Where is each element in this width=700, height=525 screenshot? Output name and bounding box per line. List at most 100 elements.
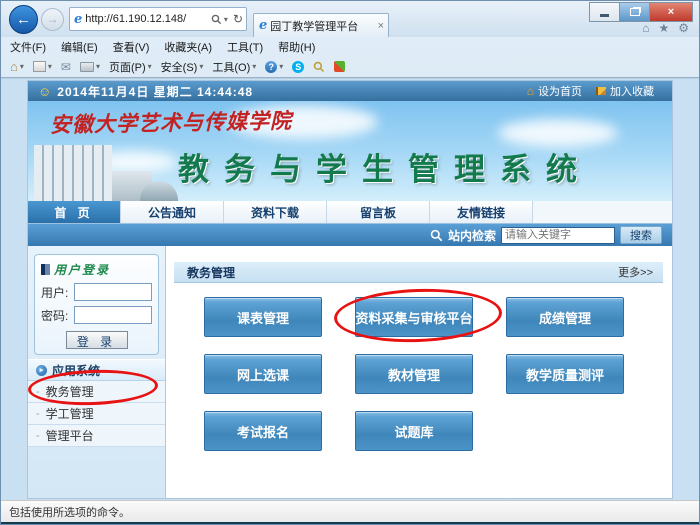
- back-button[interactable]: ←: [9, 5, 38, 34]
- sidebar-item-label: 管理平台: [46, 427, 94, 444]
- btn-exam-registration[interactable]: 考试报名: [204, 411, 322, 451]
- chevron-down-icon: ▾: [252, 62, 256, 71]
- nav-tab-downloads[interactable]: 资料下载: [224, 201, 327, 223]
- apps-section-title: 应用系统: [52, 362, 100, 379]
- main-panel: 教务管理 更多>> 课表管理 资料采集与审核平台 成绩管理 网上选课 教材管理 …: [166, 246, 672, 498]
- feed-icon: [33, 61, 46, 72]
- apps-bullet-icon: ▸: [36, 365, 47, 376]
- more-link[interactable]: 更多>>: [618, 264, 663, 280]
- page-top-strip: ☺ 2014年11月4日 星期二 14:44:48 ⌂ 设为首页 加入收藏: [28, 81, 672, 101]
- read-mail-icon[interactable]: ✉: [61, 60, 71, 74]
- password-label: 密码:: [41, 307, 74, 324]
- chevron-down-icon: ▾: [96, 62, 100, 71]
- sidebar-item-student-affairs[interactable]: - 学工管理: [28, 403, 165, 425]
- chevron-down-icon: ▾: [279, 62, 283, 71]
- skype-icon[interactable]: S: [292, 61, 304, 73]
- apps-section-header: ▸ 应用系统: [28, 359, 165, 381]
- school-name: 安徽大学艺术与传媒学院: [50, 105, 292, 139]
- search-button[interactable]: 搜索: [620, 226, 662, 244]
- login-panel-icon: [41, 264, 50, 275]
- set-home-link[interactable]: 设为首页: [538, 83, 582, 99]
- menu-favorites[interactable]: 收藏夹(A): [164, 39, 212, 55]
- chevron-down-icon: ▾: [199, 62, 203, 71]
- home-icon: ⌂: [10, 59, 18, 74]
- sidebar-item-label: 学工管理: [46, 405, 94, 422]
- btn-textbooks[interactable]: 教材管理: [355, 354, 473, 394]
- campus-building-image: [28, 139, 178, 201]
- btn-question-bank[interactable]: 试题库: [355, 411, 473, 451]
- btn-data-collection[interactable]: 资料采集与审核平台: [355, 297, 473, 337]
- home-toolbar-button[interactable]: ⌂▾: [10, 59, 24, 74]
- ie-icon: e: [259, 18, 267, 33]
- settings-gear-icon[interactable]: ⚙: [678, 21, 689, 35]
- menu-bar: 文件(F) 编辑(E) 查看(V) 收藏夹(A) 工具(T) 帮助(H): [1, 37, 699, 56]
- login-button[interactable]: 登 录: [66, 331, 128, 349]
- btn-quality-eval[interactable]: 教学质量测评: [506, 354, 624, 394]
- menu-edit[interactable]: 编辑(E): [61, 39, 98, 55]
- smiley-icon: ☺: [38, 84, 51, 99]
- window-controls: ×: [590, 2, 693, 22]
- search-input[interactable]: [501, 227, 615, 244]
- nav-tab-home[interactable]: 首 页: [28, 201, 121, 223]
- password-input[interactable]: [74, 306, 152, 324]
- tools-menu-button[interactable]: 工具(O)▾: [212, 59, 256, 75]
- nav-tab-announcements[interactable]: 公告通知: [121, 201, 224, 223]
- menu-help[interactable]: 帮助(H): [278, 39, 315, 55]
- btn-grades[interactable]: 成绩管理: [506, 297, 624, 337]
- btn-timetable[interactable]: 课表管理: [204, 297, 322, 337]
- chevron-down-icon[interactable]: ▾: [224, 15, 228, 24]
- nav-tab-message-board[interactable]: 留言板: [327, 201, 430, 223]
- page-menu-button[interactable]: 页面(P)▾: [109, 59, 152, 75]
- help-icon: ?: [265, 61, 277, 73]
- add-favorite-link[interactable]: 加入收藏: [610, 83, 654, 99]
- help-menu-button[interactable]: ?▾: [265, 61, 283, 73]
- home-icon[interactable]: ⌂: [642, 21, 649, 35]
- site-search-bar: 站内检索 搜索: [28, 224, 672, 246]
- dash-icon: -: [36, 430, 40, 442]
- login-panel: 用户登录 用户: 密码: 登 录: [34, 254, 159, 355]
- status-bar: 包括使用所选项的命令。: [1, 500, 699, 522]
- close-button[interactable]: ×: [649, 2, 693, 22]
- home-icon: ⌂: [527, 84, 534, 98]
- quick-icons: ⌂ ★ ⚙: [642, 21, 689, 35]
- login-title: 用户登录: [54, 261, 110, 278]
- menu-view[interactable]: 查看(V): [113, 39, 150, 55]
- cloud-decoration: [498, 119, 618, 147]
- url-text[interactable]: http://61.190.12.148/: [85, 13, 211, 25]
- refresh-icon[interactable]: ↻: [233, 12, 243, 26]
- login-panel-header: 用户登录: [41, 261, 152, 278]
- menu-tools[interactable]: 工具(T): [227, 39, 263, 55]
- restore-button[interactable]: [619, 2, 650, 22]
- print-toolbar-button[interactable]: ▾: [80, 62, 100, 72]
- browser-window: ← → e http://61.190.12.148/ ▾ ↻ e 园丁教学管理…: [0, 0, 700, 525]
- nav-buttons: ← →: [9, 5, 64, 34]
- tab-close-icon[interactable]: ×: [378, 20, 384, 32]
- safety-menu-button[interactable]: 安全(S)▾: [161, 59, 204, 75]
- status-text: 包括使用所选项的命令。: [9, 504, 130, 520]
- ie-icon: e: [74, 12, 82, 27]
- command-toolbar: ⌂▾ ▾ ✉ ▾ 页面(P)▾ 安全(S)▾ 工具(O)▾ ?▾ S: [1, 56, 699, 78]
- top-strip-links: ⌂ 设为首页 加入收藏: [527, 83, 664, 99]
- address-bar[interactable]: e http://61.190.12.148/ ▾ ↻: [69, 7, 247, 31]
- minimize-button[interactable]: [589, 2, 620, 22]
- nav-tab-links[interactable]: 友情链接: [430, 201, 533, 223]
- share-icon[interactable]: [334, 61, 345, 72]
- module-grid: 课表管理 资料采集与审核平台 成绩管理 网上选课 教材管理 教学质量测评 考试报…: [166, 283, 672, 468]
- sidebar-item-admin-platform[interactable]: - 管理平台: [28, 425, 165, 447]
- printer-icon: [80, 62, 94, 72]
- main-section-header: 教务管理 更多>>: [174, 262, 663, 283]
- favorite-flag-icon: [596, 87, 606, 95]
- browser-tab[interactable]: e 园丁教学管理平台 ×: [253, 13, 389, 37]
- sidebar-item-academic-affairs[interactable]: - 教务管理: [28, 381, 165, 403]
- favorites-star-icon[interactable]: ★: [658, 21, 669, 35]
- dash-icon: -: [36, 386, 40, 398]
- username-row: 用户:: [41, 283, 152, 301]
- search-icon[interactable]: [211, 14, 222, 25]
- username-input[interactable]: [74, 283, 152, 301]
- feed-toolbar-button[interactable]: ▾: [33, 61, 52, 72]
- search-icon: [430, 229, 443, 242]
- forward-button[interactable]: →: [41, 8, 64, 31]
- btn-course-selection[interactable]: 网上选课: [204, 354, 322, 394]
- research-icon[interactable]: [313, 61, 325, 73]
- menu-file[interactable]: 文件(F): [10, 39, 46, 55]
